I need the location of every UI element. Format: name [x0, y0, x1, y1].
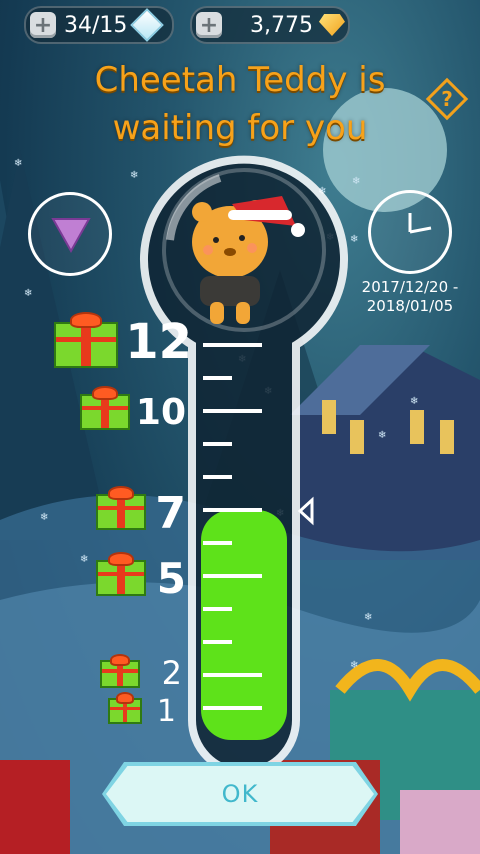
milestone-label-2: 2 [161, 654, 182, 692]
cheetah-teddy-character [192, 196, 305, 324]
ok-button-label: OK [221, 780, 259, 808]
thermometer [140, 155, 348, 776]
milestone-label-12: 12 [125, 314, 192, 370]
milestone-label-7: 7 [155, 488, 186, 539]
milestone-label-5: 5 [156, 554, 186, 603]
milestone-label-10: 10 [135, 392, 186, 433]
level-marker-arrow [297, 496, 314, 526]
milestone-label-1: 1 [156, 694, 176, 729]
gift-icon [54, 322, 118, 368]
ok-button[interactable]: OK [106, 766, 374, 822]
